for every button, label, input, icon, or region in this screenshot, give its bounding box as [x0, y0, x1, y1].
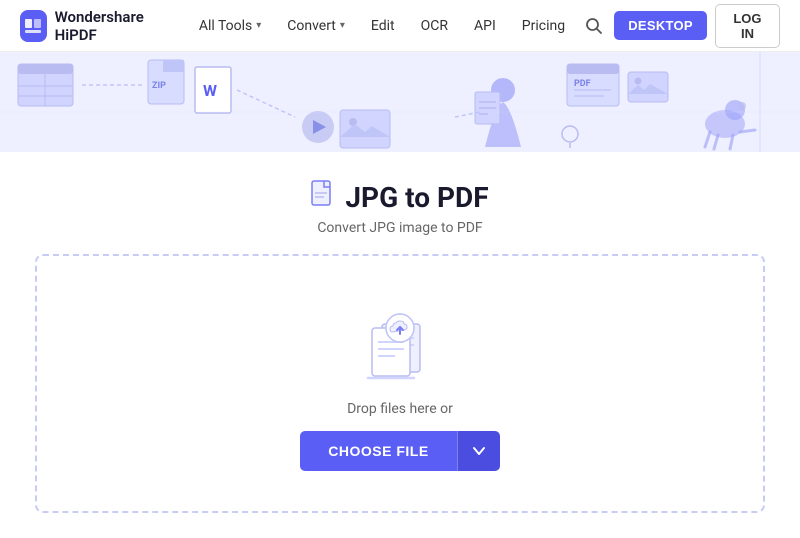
- main-content: JPG to PDF Convert JPG image to PDF: [0, 152, 800, 533]
- logo-icon: [20, 10, 47, 42]
- drop-text: Drop files here or: [347, 401, 453, 417]
- desktop-button[interactable]: DESKTOP: [614, 11, 707, 40]
- chevron-down-icon: ▾: [340, 20, 345, 31]
- svg-text:W: W: [203, 81, 217, 100]
- nav-edit[interactable]: Edit: [359, 12, 407, 40]
- choose-file-dropdown-button[interactable]: [457, 431, 500, 471]
- nav-all-tools[interactable]: All Tools ▾: [187, 12, 273, 40]
- page-title: JPG to PDF: [345, 181, 488, 214]
- nav-pricing[interactable]: Pricing: [510, 12, 577, 40]
- choose-file-btn-area: CHOOSE FILE: [300, 431, 499, 471]
- login-button[interactable]: LOG IN: [715, 4, 780, 48]
- nav-ocr[interactable]: OCR: [409, 12, 460, 40]
- nav-convert[interactable]: Convert ▾: [275, 12, 357, 40]
- page-title-area: JPG to PDF: [311, 180, 488, 214]
- chevron-down-icon: ▾: [256, 20, 261, 31]
- upload-area: Drop files here or CHOOSE FILE: [35, 254, 765, 513]
- nav-right: DESKTOP LOG IN: [581, 4, 780, 48]
- page-subtitle: Convert JPG image to PDF: [317, 220, 482, 236]
- svg-text:ZIP: ZIP: [152, 81, 166, 91]
- logo-area[interactable]: Wondershare HiPDF: [20, 8, 167, 44]
- svg-text:PDF: PDF: [574, 79, 591, 89]
- main-nav: All Tools ▾ Convert ▾ Edit OCR API Prici…: [187, 12, 577, 40]
- upload-illustration: [360, 306, 440, 381]
- search-button[interactable]: [581, 10, 606, 42]
- logo-text: Wondershare HiPDF: [55, 8, 167, 44]
- jpg-file-icon: [311, 180, 335, 214]
- choose-file-button[interactable]: CHOOSE FILE: [300, 431, 456, 471]
- hero-banner: ZIP W PDF: [0, 52, 800, 152]
- nav-api[interactable]: API: [462, 12, 508, 40]
- chevron-down-icon: [472, 444, 486, 458]
- header: Wondershare HiPDF All Tools ▾ Convert ▾ …: [0, 0, 800, 52]
